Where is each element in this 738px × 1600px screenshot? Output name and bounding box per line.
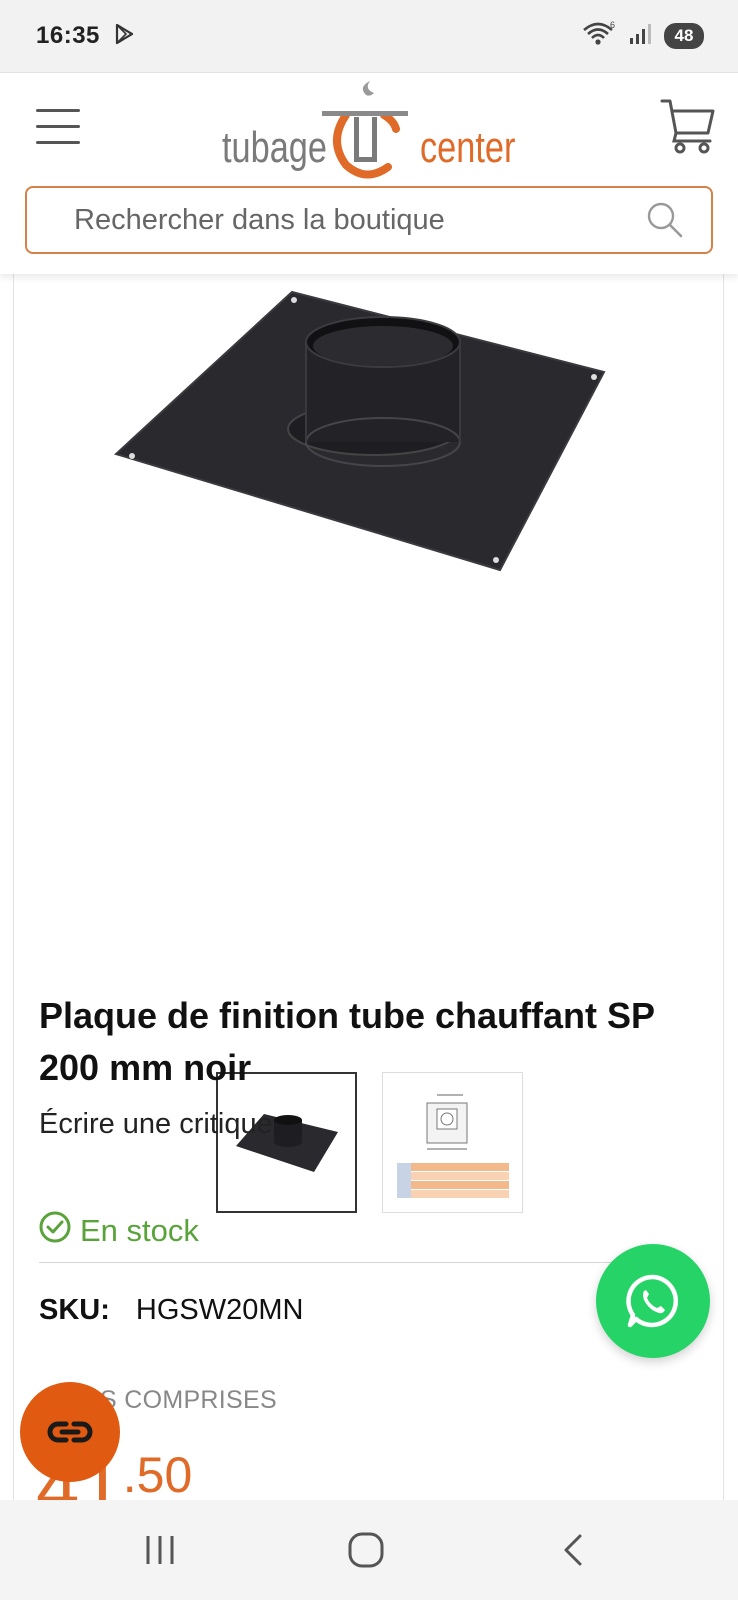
stock-status: En stock bbox=[38, 1210, 199, 1252]
product-main-image[interactable] bbox=[114, 284, 634, 584]
status-right: 6 48 bbox=[582, 20, 704, 53]
back-icon[interactable] bbox=[544, 1520, 604, 1580]
search-icon[interactable] bbox=[645, 200, 685, 240]
status-left: 16:35 bbox=[36, 22, 136, 51]
play-store-icon bbox=[112, 22, 136, 51]
sku-row: SKU: HGSW20MN bbox=[39, 1294, 303, 1327]
stock-status-label: En stock bbox=[80, 1213, 199, 1248]
logo-text-right: center bbox=[420, 123, 516, 172]
tax-note: S COMPRISES bbox=[100, 1386, 277, 1414]
svg-text:6: 6 bbox=[610, 20, 615, 30]
product-title: Plaque de finition tube chauffant SP 200… bbox=[39, 995, 655, 1088]
write-review-link[interactable]: Écrire une critique bbox=[39, 1108, 273, 1141]
cookie-consent-icon bbox=[47, 1421, 93, 1443]
sku-value: HGSW20MN bbox=[135, 1294, 304, 1326]
logo-mark-icon bbox=[322, 81, 408, 179]
whatsapp-icon bbox=[626, 1274, 679, 1328]
site-header: tubage center bbox=[0, 72, 738, 274]
cookie-consent-button[interactable] bbox=[20, 1382, 120, 1482]
whatsapp-button[interactable] bbox=[596, 1244, 710, 1358]
divider bbox=[39, 1262, 669, 1263]
wifi-icon: 6 bbox=[582, 20, 618, 53]
system-nav-bar bbox=[0, 1500, 738, 1600]
menu-icon[interactable] bbox=[36, 109, 80, 149]
recent-apps-icon[interactable] bbox=[130, 1520, 190, 1580]
search-input[interactable] bbox=[72, 202, 645, 238]
search-box bbox=[25, 186, 713, 254]
check-circle-icon bbox=[38, 1210, 72, 1252]
sku-label: SKU: bbox=[39, 1294, 110, 1326]
cart-icon[interactable] bbox=[660, 97, 716, 155]
home-icon[interactable] bbox=[336, 1520, 396, 1580]
signal-icon bbox=[628, 22, 654, 51]
logo-text-left: tubage bbox=[222, 123, 327, 172]
status-time: 16:35 bbox=[36, 22, 100, 49]
logo[interactable]: tubage center bbox=[222, 81, 522, 191]
status-bar: 16:35 6 48 bbox=[0, 0, 738, 72]
battery-icon: 48 bbox=[664, 23, 704, 49]
price-decimal: .50 bbox=[122, 1447, 193, 1500]
